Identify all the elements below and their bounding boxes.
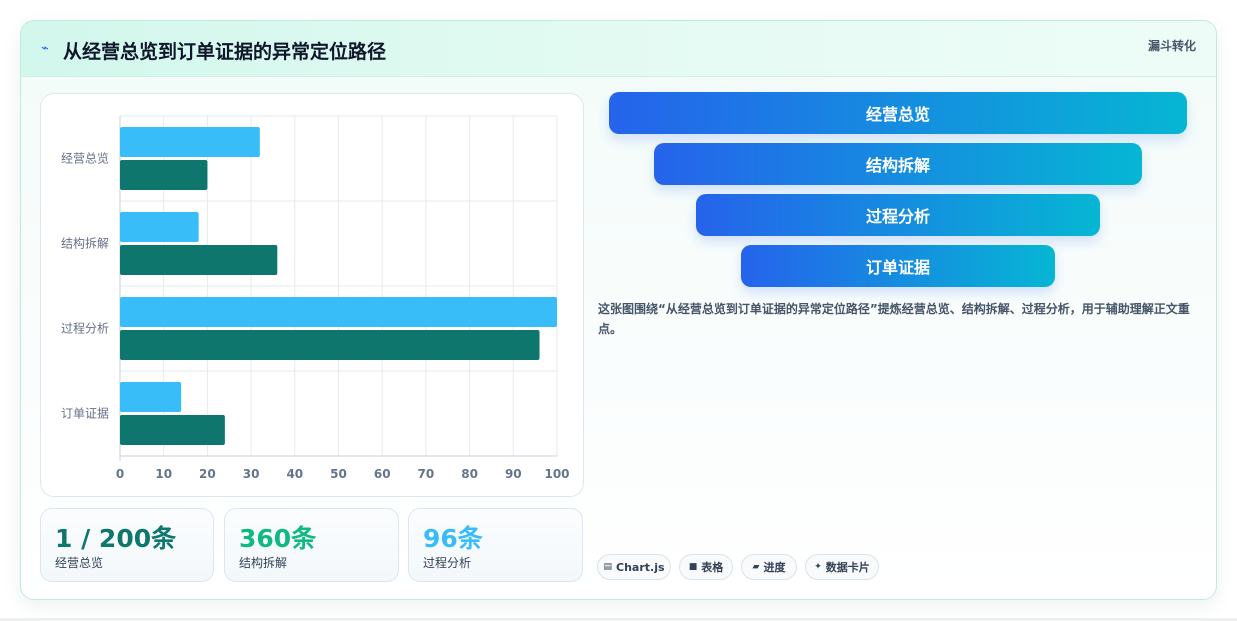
x-tick-label: 30 [243,467,260,481]
stat-card-overview: 1 / 200条 经营总览 [40,508,214,582]
sparkle-icon: ⌁ [41,41,49,56]
bar-结构拆解-series-1 [120,212,199,242]
funnel-step-evidence: 订单证据 [741,245,1055,287]
bar-chart-panel: 经营总览结构拆解过程分析订单证据 0 10 20 30 40 50 60 70 80 90 100 [40,93,584,497]
chip-label: 数据卡片 [825,561,870,574]
funnel-step-overview: 经营总览 [609,92,1187,134]
x-tick-label: 70 [418,467,435,481]
stat-card-process: 96条 过程分析 [408,508,583,582]
funnel-step-process: 过程分析 [696,194,1100,236]
chip-chartjs[interactable]: ▤ Chart.js [597,554,671,580]
x-tick-label: 40 [286,467,303,481]
x-tick-label: 20 [199,467,216,481]
funnel-step-structure: 结构拆解 [654,143,1142,185]
x-tick-label: 80 [461,467,478,481]
stat-label: 经营总览 [55,556,104,570]
progress-icon: ▰ [752,562,760,572]
chip-table[interactable]: ■ 表格 [679,554,733,580]
x-tick-label: 60 [374,467,391,481]
stat-value: 96条 [423,524,483,553]
bar-过程分析-series-2 [120,330,540,360]
main-card: ⌁ 从经营总览到订单证据的异常定位路径 漏斗转化 经营总览 结构拆解 过程分析 订单证… [20,20,1217,600]
y-tick-label: 经营总览 [61,151,109,166]
chart-type-tag: 漏斗转化 [1147,39,1196,53]
chart-description: 这张图围绕“从经营总览到订单证据的异常定位路径”提炼经营总览、结构拆解、过程分析… [598,302,1190,336]
bar-订单证据-series-1 [120,382,182,412]
card-header: ⌁ 从经营总览到订单证据的异常定位路径 漏斗转化 [21,21,1216,77]
chart-icon: ▤ [603,562,612,572]
chip-label: 进度 [763,561,786,574]
bar-过程分析-series-1 [120,297,557,327]
bar-订单证据-series-2 [120,415,225,445]
page-title: 从经营总览到订单证据的异常定位路径 [63,41,387,63]
stat-label: 结构拆解 [239,556,288,570]
stat-value: 1 / 200条 [55,524,177,553]
bar-经营总览-series-1 [120,127,260,157]
chip-progress[interactable]: ▰ 进度 [741,554,797,580]
y-tick-label: 订单证据 [61,407,109,421]
bar-chart: 经营总览结构拆解过程分析订单证据 0 10 20 30 40 50 60 70 80 90 100 [61,115,570,481]
x-tick-label: 100 [544,467,569,481]
x-tick-label: 10 [155,467,172,481]
stat-value: 360条 [239,524,317,553]
y-tick-label: 过程分析 [61,321,109,336]
chip-label: Chart.js [616,560,665,574]
table-icon: ■ [688,562,698,572]
x-tick-label: 0 [116,467,124,481]
x-tick-label: 50 [330,467,347,481]
y-tick-label: 结构拆解 [61,236,109,251]
sparkle-icon: ✦ [814,562,822,572]
x-tick-label: 90 [505,467,522,481]
bar-结构拆解-series-2 [120,245,278,275]
bar-经营总览-series-2 [120,160,208,190]
stat-card-structure: 360条 结构拆解 [224,508,399,582]
chip-label: 表格 [701,561,724,574]
chip-data-cards[interactable]: ✦ 数据卡片 [805,554,879,580]
stat-label: 过程分析 [423,556,472,570]
